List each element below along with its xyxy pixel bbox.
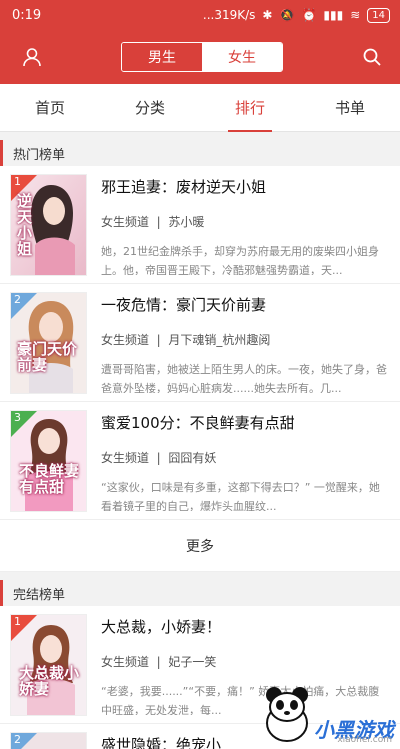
watermark: 小黑游戏 xiaohei.com	[260, 683, 394, 745]
tab-home[interactable]: 首页	[0, 84, 100, 132]
mute-icon: 🔕	[279, 8, 295, 22]
rank-number: 2	[14, 293, 21, 306]
book-cover: 3 不良鲜妻有点甜	[10, 410, 87, 512]
hot-list: 1 逆天小姐 邪王追妻：废材逆天小姐 女生频道 | 苏小暖 她，21世纪金牌杀手…	[0, 166, 400, 572]
rank-number: 2	[14, 733, 21, 746]
section-hot-title: 热门榜单	[0, 140, 400, 166]
book-meta: 女生频道 | 囧囧有妖	[101, 451, 217, 465]
rank-number: 1	[14, 175, 21, 188]
network-speed: ...319K/s	[202, 8, 256, 22]
book-cover: 2	[10, 732, 87, 749]
tab-ranking[interactable]: 排行	[200, 84, 300, 132]
status-indicators: ...319K/s ✱ 🔕 ⏰ ▮▮▮ ≋ 14	[202, 7, 390, 23]
book-cover: 1 大总裁小娇妻	[10, 614, 87, 716]
book-author: 囧囧有妖	[168, 451, 217, 465]
list-item[interactable]: 3 不良鲜妻有点甜 蜜爱100分：不良鲜妻有点甜 女生频道 | 囧囧有妖 “这家…	[0, 402, 400, 520]
book-info: 蜜爱100分：不良鲜妻有点甜 女生频道 | 囧囧有妖 “这家伙，口味是有多重，这…	[87, 410, 390, 511]
book-meta: 女生频道 | 月下魂销_杭州趣阅	[101, 333, 271, 347]
book-meta: 女生频道 | 苏小暖	[101, 215, 205, 229]
battery-icon: 14	[367, 7, 390, 23]
cover-title: 大总裁小娇妻	[19, 664, 80, 698]
cover-title: 豪门天价前妻	[17, 340, 78, 374]
book-title: 蜜爱100分：不良鲜妻有点甜	[101, 414, 295, 432]
tab-booklist[interactable]: 书单	[300, 84, 400, 132]
section-finished-title: 完结榜单	[0, 580, 400, 606]
watermark-url: xiaohei.com	[337, 735, 392, 745]
tab-male[interactable]: 男生	[122, 43, 202, 71]
signal-icon: ▮▮▮	[323, 8, 344, 22]
tab-female[interactable]: 女生	[202, 43, 282, 71]
book-author: 苏小暖	[168, 215, 205, 229]
wifi-icon: ≋	[350, 8, 361, 22]
rank-number: 3	[14, 411, 21, 424]
book-desc: 遭哥哥陷害，她被送上陌生男人的床。一夜，她失了身，爸爸意外坠楼，妈妈心脏病发..…	[101, 363, 387, 393]
main-tabs: 首页 分类 排行 书单	[0, 84, 400, 132]
book-info: 邪王追妻：废材逆天小姐 女生频道 | 苏小暖 她，21世纪金牌杀手，却穿为苏府最…	[87, 174, 390, 275]
app-bar: 男生 女生	[0, 30, 400, 84]
book-cover: 1 逆天小姐	[10, 174, 87, 276]
more-button[interactable]: 更多	[0, 520, 400, 572]
panda-logo-icon	[266, 687, 308, 742]
book-channel: 女生频道	[101, 215, 150, 229]
book-meta: 女生频道 | 妃子一笑	[101, 655, 217, 669]
book-title: 大总裁，小娇妻！	[101, 618, 222, 636]
book-channel: 女生频道	[101, 655, 150, 669]
tab-category[interactable]: 分类	[100, 84, 200, 132]
rank-number: 1	[14, 615, 21, 628]
book-cover: 2 豪门天价前妻	[10, 292, 87, 394]
search-icon[interactable]	[360, 45, 384, 69]
list-item[interactable]: 1 逆天小姐 邪王追妻：废材逆天小姐 女生频道 | 苏小暖 她，21世纪金牌杀手…	[0, 166, 400, 284]
alarm-icon: ⏰	[301, 8, 317, 22]
book-author: 月下魂销_杭州趣阅	[168, 333, 271, 347]
status-bar: 0:19 ...319K/s ✱ 🔕 ⏰ ▮▮▮ ≋ 14	[0, 0, 400, 30]
cover-title: 不良鲜妻有点甜	[19, 462, 80, 496]
status-time: 0:19	[12, 7, 42, 23]
bluetooth-icon: ✱	[262, 8, 273, 22]
book-channel: 女生频道	[101, 451, 150, 465]
book-desc: “这家伙，口味是有多重，这都下得去口？” 一觉醒来，她看着镜子里的自己，爆炸头血…	[101, 481, 380, 511]
cover-title: 逆天小姐	[17, 192, 33, 258]
book-desc: 她，21世纪金牌杀手，却穿为苏府最无用的废柴四小姐身上。他，帝国晋王殿下，冷酷邪…	[101, 245, 379, 275]
book-channel: 女生频道	[101, 333, 150, 347]
book-info: 一夜危情：豪门天价前妻 女生频道 | 月下魂销_杭州趣阅 遭哥哥陷害，她被送上陌…	[87, 292, 390, 393]
book-title: 邪王追妻：废材逆天小姐	[101, 178, 267, 196]
book-title: 一夜危情：豪门天价前妻	[101, 296, 267, 314]
user-icon[interactable]	[20, 45, 44, 69]
list-item[interactable]: 2 豪门天价前妻 一夜危情：豪门天价前妻 女生频道 | 月下魂销_杭州趣阅 遭哥…	[0, 284, 400, 402]
gender-switch: 男生 女生	[121, 42, 283, 72]
book-author: 妃子一笑	[168, 655, 217, 669]
